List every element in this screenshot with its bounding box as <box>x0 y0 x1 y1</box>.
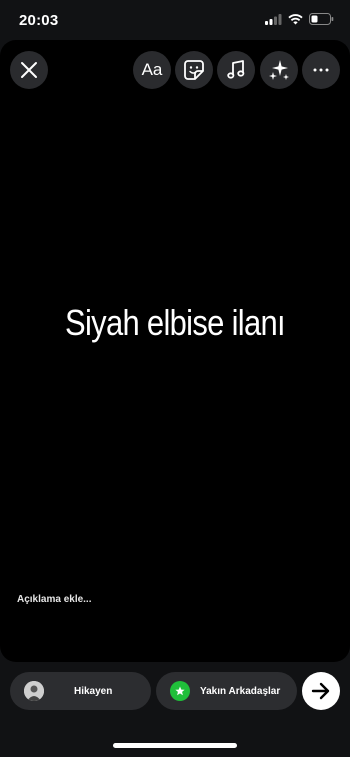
music-button[interactable] <box>217 51 255 89</box>
more-icon <box>313 68 329 72</box>
share-to-story-button[interactable]: Hikayen <box>10 672 151 710</box>
story-canvas[interactable]: Aa Siyah elbise ilanı <box>0 40 350 662</box>
sticker-icon <box>184 60 204 80</box>
status-time: 20:03 <box>19 12 59 29</box>
story-text[interactable]: Siyah elbise ilanı <box>25 302 326 344</box>
profile-photo-icon <box>24 681 44 701</box>
arrow-right-icon <box>311 682 330 700</box>
close-friends-label: Yakın Arkadaşlar <box>200 685 281 697</box>
status-icons <box>265 13 334 25</box>
text-tool-button[interactable]: Aa <box>133 51 171 89</box>
effects-button[interactable] <box>260 51 298 89</box>
star-icon <box>175 686 185 696</box>
sparkles-icon <box>269 60 289 80</box>
sticker-button[interactable] <box>175 51 213 89</box>
wifi-icon <box>288 13 303 24</box>
more-button[interactable] <box>302 51 340 89</box>
next-button[interactable] <box>302 672 340 710</box>
cellular-signal-icon <box>265 13 282 25</box>
battery-icon <box>309 13 334 25</box>
status-bar: 20:03 <box>0 0 350 40</box>
avatar <box>24 681 44 701</box>
home-indicator[interactable] <box>113 743 237 748</box>
music-note-icon <box>227 60 245 79</box>
caption-input[interactable]: Açıklama ekle... <box>17 594 92 605</box>
close-button[interactable] <box>10 51 48 89</box>
close-friends-button[interactable]: Yakın Arkadaşlar <box>156 672 297 710</box>
share-to-story-label: Hikayen <box>74 685 113 697</box>
close-icon <box>21 62 37 78</box>
text-tool-label: Aa <box>141 60 163 79</box>
close-friends-badge <box>170 681 190 701</box>
